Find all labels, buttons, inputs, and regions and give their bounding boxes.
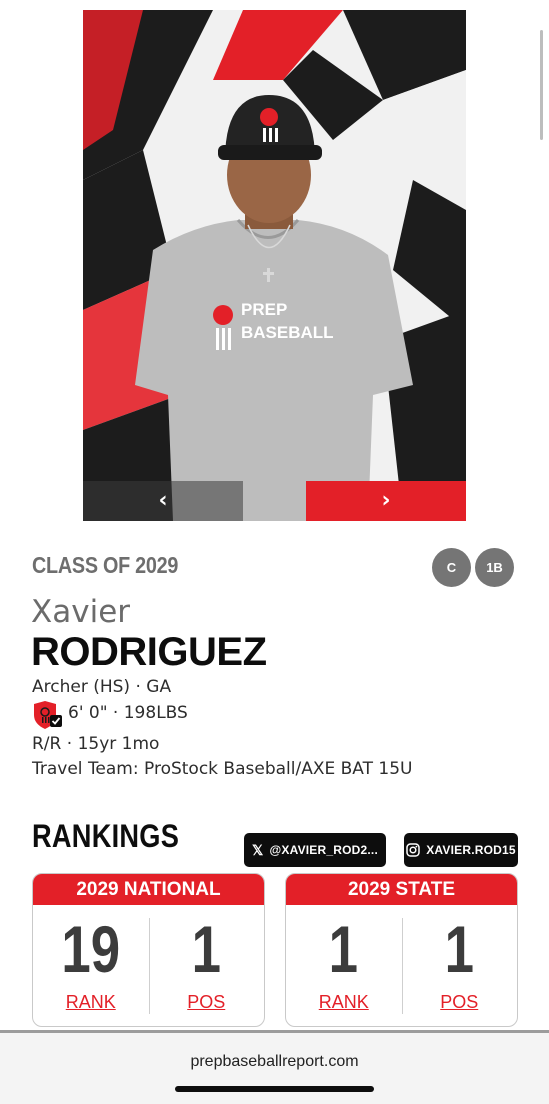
state-rank-link[interactable]: RANK <box>319 992 369 1013</box>
card-divider <box>148 918 150 1014</box>
player-last-name: RODRIGUEZ <box>31 630 267 674</box>
state-rank-value: 1 <box>329 912 359 986</box>
national-rank-value: 19 <box>61 912 121 986</box>
chevron-left-icon: ‹ <box>158 488 168 513</box>
scrollbar[interactable] <box>540 30 543 140</box>
national-pos-link[interactable]: POS <box>187 992 225 1013</box>
verified-shield-icon <box>34 701 62 729</box>
card-divider <box>401 918 403 1014</box>
national-rank-link[interactable]: RANK <box>66 992 116 1013</box>
carousel-prev-button[interactable]: ‹ <box>83 481 243 521</box>
state-pos-link[interactable]: POS <box>440 992 478 1013</box>
player-bats-throws-age: R/R · 15yr 1mo <box>32 734 160 754</box>
shirt-logo-text-line2: BASEBALL <box>241 323 334 342</box>
state-pos-value: 1 <box>444 912 474 986</box>
player-first-name: Xavier <box>31 594 131 630</box>
class-of-label: CLASS OF 2029 <box>32 552 179 578</box>
player-travel-team: Travel Team: ProStock Baseball/AXE BAT 1… <box>32 759 413 779</box>
address-bar-url[interactable]: prepbaseballreport.com <box>0 1053 549 1071</box>
position-badge-primary: C <box>432 548 471 587</box>
instagram-profile-button[interactable]: XAVIER.ROD15 <box>404 833 518 867</box>
x-handle: @XAVIER_ROD2... <box>269 843 378 857</box>
rankings-heading: RANKINGS <box>32 818 180 854</box>
ranking-card-state: 2029 STATE 1 RANK 1 POS <box>285 873 518 1027</box>
national-pos-value: 1 <box>191 912 221 986</box>
shirt-logo-text-line1: PREP <box>241 300 288 319</box>
player-photo: PREP BASEBALL <box>83 10 466 521</box>
home-indicator[interactable] <box>175 1086 374 1092</box>
player-photo-illustration <box>83 10 466 521</box>
chevron-right-icon: › <box>381 488 391 513</box>
x-profile-button[interactable]: 𝕏 @XAVIER_ROD2... <box>244 833 386 867</box>
ranking-card-title: 2029 NATIONAL <box>33 874 264 911</box>
ranking-card-title: 2029 STATE <box>286 874 517 911</box>
player-school: Archer (HS) · GA <box>32 677 172 697</box>
instagram-handle: XAVIER.ROD15 <box>426 843 516 857</box>
position-badge-secondary: 1B <box>475 548 514 587</box>
x-logo-icon: 𝕏 <box>252 842 264 858</box>
player-height-weight: 6' 0" · 198LBS <box>68 703 188 723</box>
ranking-card-national: 2029 NATIONAL 19 RANK 1 POS <box>32 873 265 1027</box>
instagram-icon <box>406 843 420 857</box>
carousel-next-button[interactable]: › <box>306 481 466 521</box>
